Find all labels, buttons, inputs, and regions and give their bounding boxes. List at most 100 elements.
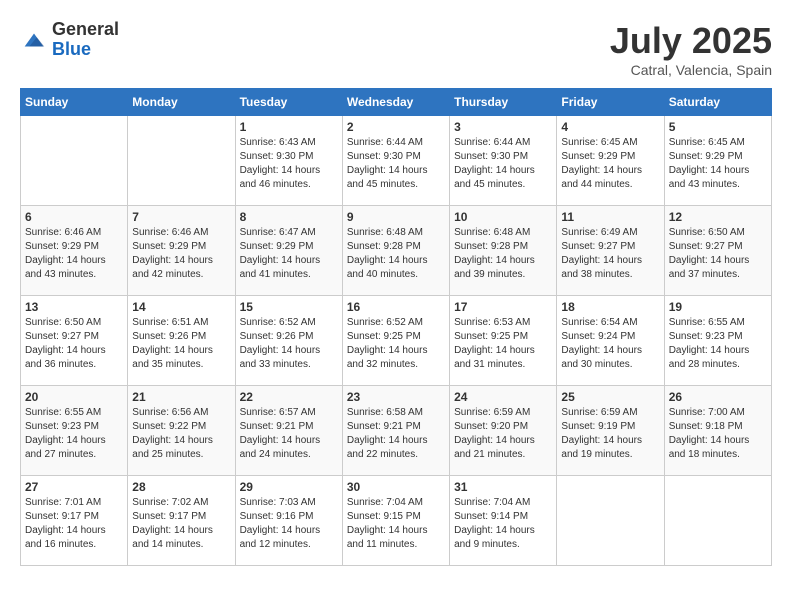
calendar-cell: 16 Sunrise: 6:52 AMSunset: 9:25 PMDayligh… — [342, 296, 449, 386]
day-number: 4 — [561, 120, 659, 134]
day-number: 16 — [347, 300, 445, 314]
day-info: Sunrise: 6:59 AMSunset: 9:19 PMDaylight:… — [561, 406, 659, 462]
calendar-cell: 13 Sunrise: 6:50 AMSunset: 9:27 PMDayligh… — [21, 296, 128, 386]
calendar-cell: 3Sunrise: 6:44 AMSunset: 9:30 PMDaylight… — [450, 116, 557, 206]
day-number: 17 — [454, 300, 552, 314]
day-info: Sunrise: 6:44 AMSunset: 9:30 PMDaylight:… — [347, 136, 445, 192]
day-info: Sunrise: 6:47 AMSunset: 9:29 PMDaylight:… — [240, 226, 338, 282]
calendar-week-row: 6 Sunrise: 6:46 AMSunset: 9:29 PMDaylight… — [21, 206, 772, 296]
calendar-cell — [21, 116, 128, 206]
day-number: 14 — [132, 300, 230, 314]
day-number: 23 — [347, 390, 445, 404]
day-info: Sunrise: 6:45 AMSunset: 9:29 PMDaylight:… — [669, 136, 767, 192]
day-number: 26 — [669, 390, 767, 404]
calendar-cell — [128, 116, 235, 206]
calendar-cell: 29Sunrise: 7:03 AMSunset: 9:16 PMDayligh… — [235, 476, 342, 566]
day-number: 31 — [454, 480, 552, 494]
day-number: 28 — [132, 480, 230, 494]
day-of-week-header: Saturday — [664, 89, 771, 116]
day-info: Sunrise: 6:50 AMSunset: 9:27 PMDaylight:… — [25, 316, 123, 372]
day-number: 18 — [561, 300, 659, 314]
calendar-cell: 27 Sunrise: 7:01 AMSunset: 9:17 PMDayligh… — [21, 476, 128, 566]
day-number: 9 — [347, 210, 445, 224]
logo: General Blue — [20, 20, 119, 60]
calendar-cell — [557, 476, 664, 566]
page-header: General Blue July 2025 Catral, Valencia,… — [20, 20, 772, 78]
calendar-cell: 19Sunrise: 6:55 AMSunset: 9:23 PMDayligh… — [664, 296, 771, 386]
calendar-cell: 31Sunrise: 7:04 AMSunset: 9:14 PMDayligh… — [450, 476, 557, 566]
day-info: Sunrise: 7:03 AMSunset: 9:16 PMDaylight:… — [240, 496, 338, 552]
day-of-week-header: Wednesday — [342, 89, 449, 116]
calendar-cell: 4 Sunrise: 6:45 AMSunset: 9:29 PMDaylight… — [557, 116, 664, 206]
calendar-cell: 18 Sunrise: 6:54 AMSunset: 9:24 PMDayligh… — [557, 296, 664, 386]
calendar-cell: 26 Sunrise: 7:00 AMSunset: 9:18 PMDayligh… — [664, 386, 771, 476]
location-title: Catral, Valencia, Spain — [610, 62, 772, 78]
day-number: 27 — [25, 480, 123, 494]
day-info: Sunrise: 6:52 AMSunset: 9:26 PMDaylight:… — [240, 316, 338, 372]
day-number: 1 — [240, 120, 338, 134]
day-number: 30 — [347, 480, 445, 494]
day-number: 20 — [25, 390, 123, 404]
calendar-header-row: SundayMondayTuesdayWednesdayThursdayFrid… — [21, 89, 772, 116]
day-info: Sunrise: 6:45 AMSunset: 9:29 PMDaylight:… — [561, 136, 659, 192]
day-info: Sunrise: 6:44 AMSunset: 9:30 PMDaylight:… — [454, 136, 552, 192]
day-info: Sunrise: 6:51 AMSunset: 9:26 PMDaylight:… — [132, 316, 230, 372]
calendar-cell: 5Sunrise: 6:45 AMSunset: 9:29 PMDaylight… — [664, 116, 771, 206]
calendar-cell: 10Sunrise: 6:48 AMSunset: 9:28 PMDayligh… — [450, 206, 557, 296]
day-info: Sunrise: 7:01 AMSunset: 9:17 PMDaylight:… — [25, 496, 123, 552]
day-number: 13 — [25, 300, 123, 314]
calendar-cell: 12 Sunrise: 6:50 AMSunset: 9:27 PMDayligh… — [664, 206, 771, 296]
calendar-cell: 28 Sunrise: 7:02 AMSunset: 9:17 PMDayligh… — [128, 476, 235, 566]
day-number: 25 — [561, 390, 659, 404]
day-info: Sunrise: 6:59 AMSunset: 9:20 PMDaylight:… — [454, 406, 552, 462]
day-number: 6 — [25, 210, 123, 224]
calendar-cell: 14 Sunrise: 6:51 AMSunset: 9:26 PMDayligh… — [128, 296, 235, 386]
day-info: Sunrise: 6:49 AMSunset: 9:27 PMDaylight:… — [561, 226, 659, 282]
day-of-week-header: Tuesday — [235, 89, 342, 116]
month-title: July 2025 — [610, 20, 772, 62]
day-number: 10 — [454, 210, 552, 224]
day-info: Sunrise: 6:55 AMSunset: 9:23 PMDaylight:… — [669, 316, 767, 372]
day-info: Sunrise: 6:46 AMSunset: 9:29 PMDaylight:… — [25, 226, 123, 282]
calendar-cell: 6 Sunrise: 6:46 AMSunset: 9:29 PMDaylight… — [21, 206, 128, 296]
calendar-cell: 17 Sunrise: 6:53 AMSunset: 9:25 PMDayligh… — [450, 296, 557, 386]
day-of-week-header: Thursday — [450, 89, 557, 116]
logo-text: General Blue — [52, 20, 119, 60]
logo-icon — [20, 26, 48, 54]
logo-general-text: General — [52, 20, 119, 40]
day-info: Sunrise: 6:50 AMSunset: 9:27 PMDaylight:… — [669, 226, 767, 282]
day-info: Sunrise: 6:43 AMSunset: 9:30 PMDaylight:… — [240, 136, 338, 192]
day-info: Sunrise: 7:04 AMSunset: 9:15 PMDaylight:… — [347, 496, 445, 552]
day-number: 22 — [240, 390, 338, 404]
day-number: 7 — [132, 210, 230, 224]
day-info: Sunrise: 6:55 AMSunset: 9:23 PMDaylight:… — [25, 406, 123, 462]
day-number: 11 — [561, 210, 659, 224]
day-number: 2 — [347, 120, 445, 134]
calendar-cell: 8 Sunrise: 6:47 AMSunset: 9:29 PMDaylight… — [235, 206, 342, 296]
day-info: Sunrise: 6:54 AMSunset: 9:24 PMDaylight:… — [561, 316, 659, 372]
day-of-week-header: Sunday — [21, 89, 128, 116]
day-info: Sunrise: 7:02 AMSunset: 9:17 PMDaylight:… — [132, 496, 230, 552]
calendar-cell: 7Sunrise: 6:46 AMSunset: 9:29 PMDaylight… — [128, 206, 235, 296]
day-info: Sunrise: 6:57 AMSunset: 9:21 PMDaylight:… — [240, 406, 338, 462]
day-info: Sunrise: 6:53 AMSunset: 9:25 PMDaylight:… — [454, 316, 552, 372]
calendar-cell: 20 Sunrise: 6:55 AMSunset: 9:23 PMDayligh… — [21, 386, 128, 476]
calendar-table: SundayMondayTuesdayWednesdayThursdayFrid… — [20, 88, 772, 566]
calendar-cell: 2 Sunrise: 6:44 AMSunset: 9:30 PMDaylight… — [342, 116, 449, 206]
day-number: 8 — [240, 210, 338, 224]
day-number: 24 — [454, 390, 552, 404]
calendar-cell: 11 Sunrise: 6:49 AMSunset: 9:27 PMDayligh… — [557, 206, 664, 296]
calendar-cell: 25 Sunrise: 6:59 AMSunset: 9:19 PMDayligh… — [557, 386, 664, 476]
day-number: 12 — [669, 210, 767, 224]
day-number: 21 — [132, 390, 230, 404]
calendar-cell: 15 Sunrise: 6:52 AMSunset: 9:26 PMDayligh… — [235, 296, 342, 386]
day-info: Sunrise: 6:52 AMSunset: 9:25 PMDaylight:… — [347, 316, 445, 372]
title-block: July 2025 Catral, Valencia, Spain — [610, 20, 772, 78]
day-number: 15 — [240, 300, 338, 314]
day-info: Sunrise: 6:48 AMSunset: 9:28 PMDaylight:… — [347, 226, 445, 282]
calendar-cell: 24 Sunrise: 6:59 AMSunset: 9:20 PMDayligh… — [450, 386, 557, 476]
day-of-week-header: Monday — [128, 89, 235, 116]
calendar-cell: 1 Sunrise: 6:43 AMSunset: 9:30 PMDaylight… — [235, 116, 342, 206]
day-info: Sunrise: 7:00 AMSunset: 9:18 PMDaylight:… — [669, 406, 767, 462]
calendar-week-row: 13 Sunrise: 6:50 AMSunset: 9:27 PMDayligh… — [21, 296, 772, 386]
